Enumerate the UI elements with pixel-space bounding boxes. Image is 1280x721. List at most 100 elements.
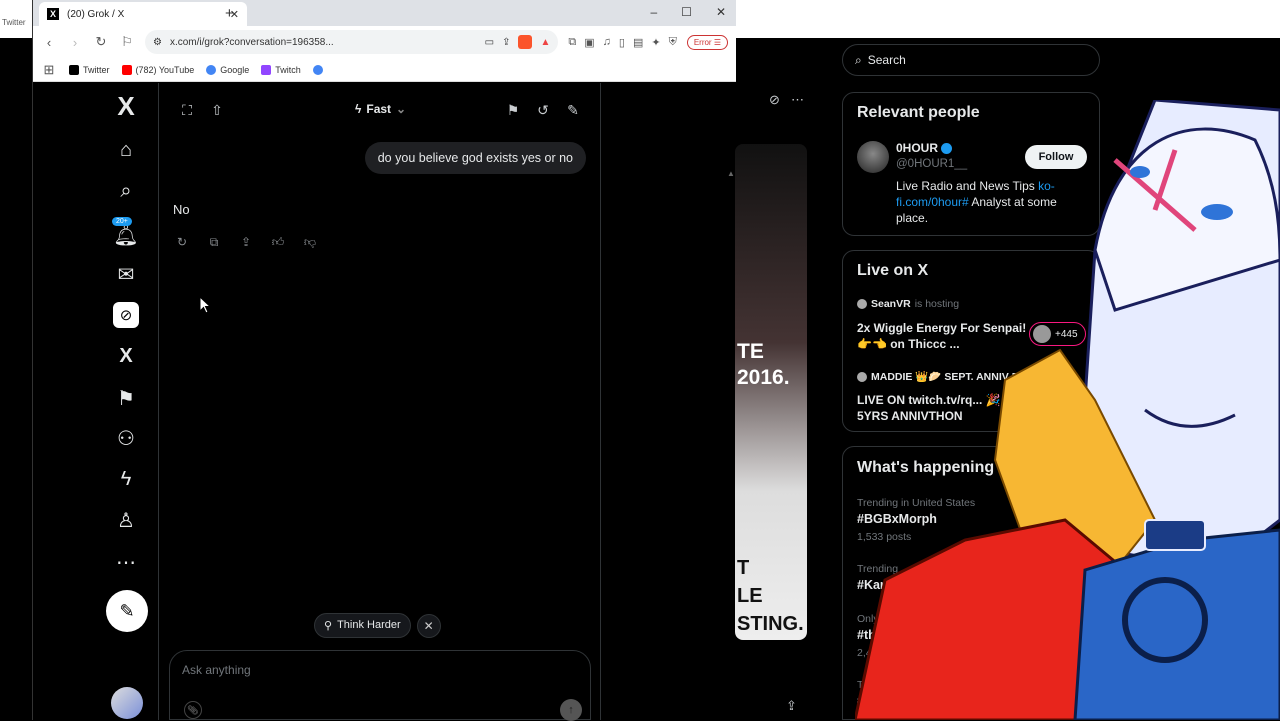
address-bar[interactable]: ⚙ x.com/i/grok?conversation=196358... ▭ … (145, 30, 559, 54)
brave-shields-icon[interactable] (518, 35, 533, 49)
scroll-up-arrow[interactable]: ▲ (727, 169, 735, 178)
chevron-down-icon: ⌄ (396, 102, 407, 116)
communities-icon[interactable]: ⚇ (113, 425, 139, 451)
tab-grok[interactable]: X (20) Grok / X ✕ (39, 2, 247, 26)
profile-icon[interactable]: ♙ (113, 507, 139, 533)
minimize-button[interactable]: – (650, 5, 657, 19)
x-favicon-icon: X (47, 8, 59, 20)
bookmark-twitch[interactable]: Twitch (261, 64, 301, 75)
forward-icon[interactable]: › (67, 35, 83, 50)
reload-icon[interactable]: ↻ (93, 34, 109, 50)
error-menu-button[interactable]: Error ☰ (686, 34, 728, 50)
history-icon[interactable]: ↺ (534, 101, 552, 119)
bookmark-twitter[interactable]: Twitter (69, 64, 110, 75)
home-icon[interactable]: ⌂ (113, 137, 139, 163)
copy-icon[interactable]: ⧉ (207, 235, 221, 250)
brave-rewards-icon[interactable]: ▲ (540, 37, 550, 48)
thumbs-down-icon[interactable]: 👎︎ (303, 235, 317, 250)
google-favicon-icon (206, 64, 217, 75)
regenerate-icon[interactable]: ↻ (175, 235, 189, 250)
grok-answer: No (173, 202, 190, 217)
close-icon[interactable]: ✕ (416, 613, 441, 638)
share-icon[interactable]: ⇧ (208, 101, 226, 119)
bookmarks-bar: ⊞ Twitter (782) YouTube Google Twitch (33, 58, 736, 82)
attach-icon[interactable]: 📎︎ (184, 701, 202, 719)
error-label: Error (693, 37, 712, 47)
more-icon[interactable]: ⋯ (791, 92, 804, 108)
upload-icon[interactable]: ⇪ (786, 698, 797, 714)
close-window-button[interactable]: ✕ (716, 5, 726, 19)
sidebar-icon[interactable]: ▯ (619, 36, 625, 49)
verified-orgs-icon[interactable]: ϟ (113, 466, 139, 492)
window-controls: – ☐ ✕ (650, 5, 726, 19)
bookmark-google[interactable]: Google (206, 64, 249, 75)
mouse-cursor-icon (199, 296, 211, 314)
bookmark-label: (782) YouTube (135, 64, 195, 75)
send-button[interactable]: ↑ (560, 699, 582, 721)
bookmark-page-icon[interactable]: ⚐ (119, 34, 135, 50)
maximize-button[interactable]: ☐ (681, 5, 692, 19)
extensions-row: ⧉ ▣ ♫ ▯ ▤ ✦ ⛨ (568, 36, 676, 49)
notification-badge: 20+ (112, 217, 132, 226)
vpn-icon[interactable]: ⛨ (669, 36, 677, 49)
media-thumbnail[interactable]: TE 2016. T LE STING. (735, 144, 807, 640)
site-info-icon[interactable]: ⚙ (153, 37, 162, 48)
expand-icon[interactable]: ⛶ (178, 101, 196, 119)
extensions-icon[interactable]: ⧉ (568, 36, 576, 49)
share-icon[interactable]: ⇪ (239, 235, 253, 250)
think-harder-button[interactable]: ⚲ Think Harder (314, 613, 411, 638)
bookmark-label: Twitch (275, 64, 301, 75)
grok-icon[interactable]: ⊘ (769, 92, 780, 108)
left-nav: X ⌂ ⌕ 🔔︎ 20+ ✉ ⊘ X ⚑ ⚇ ϟ ♙ ⋯ ✎ (33, 83, 159, 720)
tab-title: (20) Grok / X (67, 8, 125, 20)
apps-grid-icon[interactable]: ⊞ (41, 62, 57, 78)
reading-list-icon[interactable]: ▤ (633, 36, 643, 49)
explore-icon[interactable]: ⌕ (113, 178, 139, 204)
more-icon[interactable]: ⋯ (113, 549, 139, 575)
messages-icon[interactable]: ✉ (113, 261, 139, 287)
account-avatar[interactable] (111, 687, 143, 719)
browser-window: X (20) Grok / X ✕ + – ☐ ✕ ‹ › ↻ ⚐ ⚙ x.co… (32, 0, 736, 721)
leo-icon[interactable]: ✦ (651, 36, 660, 49)
think-harder-bar: ⚲ Think Harder ✕ (314, 613, 441, 638)
lightning-icon: ϟ (355, 102, 362, 116)
bookmark-google-2[interactable] (312, 64, 323, 75)
ask-input[interactable] (182, 663, 572, 677)
media-text-top: TE 2016. (737, 340, 790, 389)
cast-icon[interactable]: ▭ (485, 37, 494, 48)
search-icon: ⌕ (855, 52, 862, 67)
bookmark-icon[interactable]: ⚑ (504, 101, 522, 119)
chat-input-box: 📎︎ ↑ (169, 650, 591, 721)
search-placeholder: Search (867, 53, 906, 67)
background-label: Twitter (2, 18, 26, 27)
share-icon[interactable]: ⇪ (502, 37, 510, 48)
grok-icon[interactable]: ⊘ (113, 302, 139, 328)
thumbs-up-icon[interactable]: 👍︎ (271, 235, 285, 250)
new-chat-icon[interactable]: ✎ (564, 101, 582, 119)
back-icon[interactable]: ‹ (41, 35, 57, 50)
media-icon[interactable]: ♫ (603, 36, 611, 49)
google-favicon-icon (312, 64, 323, 75)
new-tab-button[interactable]: + (225, 5, 234, 22)
twitch-favicon-icon (261, 64, 272, 75)
x-logo-icon[interactable]: X (113, 91, 139, 121)
post-button[interactable]: ✎ (106, 590, 148, 632)
search-box[interactable]: ⌕ Search (842, 44, 1100, 76)
media-text-bottom: T LE STING. (737, 557, 804, 635)
mode-label: Fast (366, 102, 392, 116)
premium-icon[interactable]: X (113, 343, 139, 369)
x-app: X ⌂ ⌕ 🔔︎ 20+ ✉ ⊘ X ⚑ ⚇ ϟ ♙ ⋯ ✎ ⛶ ⇧ ϟ Fas… (33, 83, 736, 721)
url-text: x.com/i/grok?conversation=196358... (169, 36, 334, 48)
vtuber-avatar-overlay (855, 100, 1280, 720)
user-message: do you believe god exists yes or no (364, 142, 586, 174)
tab-search-icon[interactable]: ▣ (584, 36, 594, 49)
bookmarks-icon[interactable]: ⚑ (113, 385, 139, 411)
lightbulb-icon: ⚲ (324, 620, 333, 632)
tab-bar: X (20) Grok / X ✕ + – ☐ ✕ (33, 0, 736, 26)
twitter-favicon-icon (69, 64, 79, 75)
mode-selector[interactable]: ϟ Fast ⌄ (355, 102, 406, 116)
think-harder-label: Think Harder (337, 619, 401, 631)
bookmark-youtube[interactable]: (782) YouTube (121, 64, 195, 75)
answer-actions: ↻ ⧉ ⇪ 👍︎ 👎︎ (175, 235, 317, 250)
bookmark-label: Twitter (83, 64, 110, 75)
